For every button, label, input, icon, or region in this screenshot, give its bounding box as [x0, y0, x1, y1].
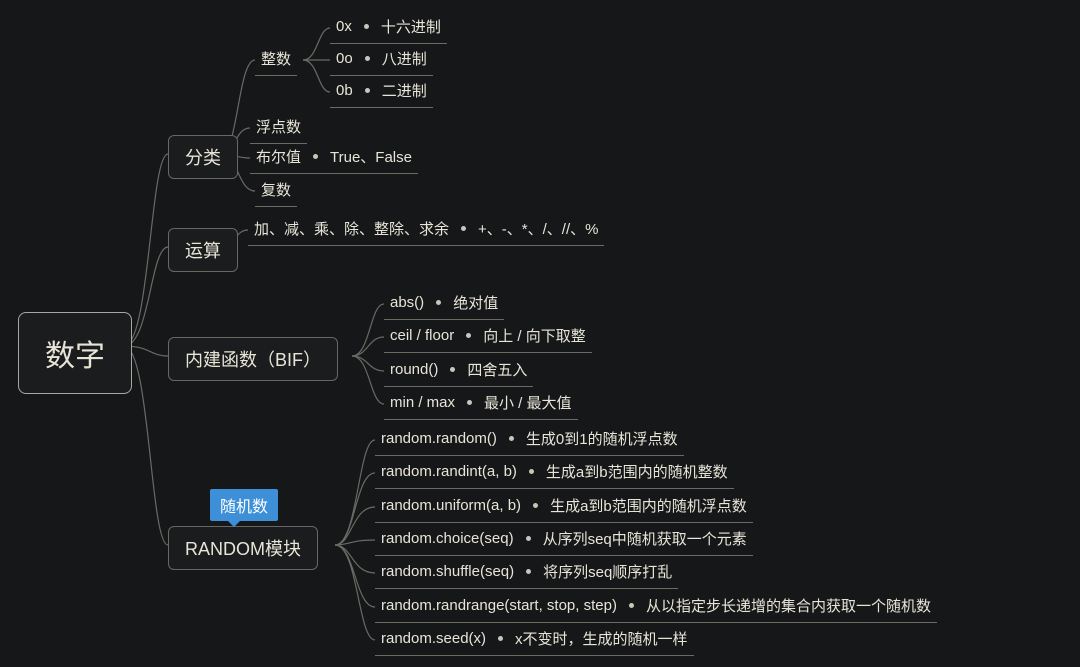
subnode-complex[interactable]: 复数	[255, 175, 297, 207]
leaf-desc: 生成a到b范围内的随机浮点数	[550, 495, 747, 516]
leaf-desc: 从以指定步长递增的集合内获取一个随机数	[646, 595, 931, 616]
leaf-int-hex[interactable]: 0x 十六进制	[330, 12, 447, 44]
leaf-desc: 将序列seq顺序打乱	[543, 561, 672, 582]
leaf-random-seed[interactable]: random.seed(x) x不变时，生成的随机一样	[375, 624, 694, 656]
branch-random[interactable]: RANDOM模块	[168, 526, 318, 570]
separator-dot	[526, 536, 531, 541]
leaf-bif-abs[interactable]: abs() 绝对值	[384, 288, 504, 320]
leaf-term: random.uniform(a, b)	[381, 497, 521, 514]
leaf-desc: 八进制	[382, 48, 427, 69]
leaf-int-oct[interactable]: 0o 八进制	[330, 44, 433, 76]
separator-dot	[313, 154, 318, 159]
leaf-term: 加、减、乘、除、整除、求余	[254, 218, 449, 239]
branch-category[interactable]: 分类	[168, 135, 238, 179]
separator-dot	[526, 569, 531, 574]
leaf-term: 0b	[336, 82, 353, 99]
leaf-term: random.randint(a, b)	[381, 463, 517, 480]
leaf-desc: 十六进制	[381, 16, 441, 37]
leaf-desc: 向上 / 向下取整	[483, 325, 586, 346]
leaf-term: round()	[390, 361, 438, 378]
separator-dot	[509, 436, 514, 441]
tag-label: 随机数	[220, 499, 268, 516]
leaf-desc: +、-、*、/、//、%	[478, 218, 598, 239]
leaf-term: 0o	[336, 50, 353, 67]
separator-dot	[629, 603, 634, 608]
leaf-int-bin[interactable]: 0b 二进制	[330, 76, 433, 108]
leaf-random-random[interactable]: random.random() 生成0到1的随机浮点数	[375, 424, 684, 456]
leaf-term: 0x	[336, 18, 352, 35]
leaf-desc: 从序列seq中随机获取一个元素	[543, 528, 747, 549]
leaf-bif-round[interactable]: round() 四舍五入	[384, 355, 533, 387]
leaf-term: random.seed(x)	[381, 630, 486, 647]
leaf-random-uniform[interactable]: random.uniform(a, b) 生成a到b范围内的随机浮点数	[375, 491, 753, 523]
separator-dot	[529, 469, 534, 474]
leaf-random-randint[interactable]: random.randint(a, b) 生成a到b范围内的随机整数	[375, 457, 734, 489]
subnode-label: 浮点数	[256, 116, 301, 137]
leaf-term: random.random()	[381, 430, 497, 447]
leaf-term: random.randrange(start, stop, step)	[381, 597, 617, 614]
leaf-term: min / max	[390, 394, 455, 411]
subnode-label: 整数	[261, 48, 291, 69]
leaf-bif-minmax[interactable]: min / max 最小 / 最大值	[384, 388, 578, 420]
leaf-term: abs()	[390, 294, 424, 311]
leaf-term: ceil / floor	[390, 327, 454, 344]
tag-random[interactable]: 随机数	[210, 489, 278, 521]
separator-dot	[467, 400, 472, 405]
separator-dot	[450, 367, 455, 372]
branch-ops[interactable]: 运算	[168, 228, 238, 272]
leaf-random-randrange[interactable]: random.randrange(start, stop, step) 从以指定…	[375, 591, 937, 623]
separator-dot	[498, 636, 503, 641]
leaf-term: random.choice(seq)	[381, 530, 514, 547]
branch-bif[interactable]: 内建函数（BIF）	[168, 337, 338, 381]
separator-dot	[466, 333, 471, 338]
separator-dot	[364, 24, 369, 29]
leaf-ops[interactable]: 加、减、乘、除、整除、求余 +、-、*、/、//、%	[248, 214, 604, 246]
subnode-label: 复数	[261, 179, 291, 200]
leaf-bif-ceilfloor[interactable]: ceil / floor 向上 / 向下取整	[384, 321, 592, 353]
branch-label: 内建函数（BIF）	[185, 346, 321, 372]
separator-dot	[365, 88, 370, 93]
separator-dot	[365, 56, 370, 61]
leaf-desc: 生成a到b范围内的随机整数	[546, 461, 728, 482]
leaf-random-shuffle[interactable]: random.shuffle(seq) 将序列seq顺序打乱	[375, 557, 678, 589]
root-node[interactable]: 数字	[18, 312, 132, 394]
separator-dot	[436, 300, 441, 305]
root-label: 数字	[45, 331, 105, 375]
subnode-desc: True、False	[330, 146, 412, 167]
subnode-int[interactable]: 整数	[255, 44, 297, 76]
branch-label: 分类	[185, 144, 221, 170]
subnode-bool[interactable]: 布尔值 True、False	[250, 142, 418, 174]
subnode-label: 布尔值	[256, 146, 301, 167]
subnode-float[interactable]: 浮点数	[250, 112, 307, 144]
leaf-desc: 最小 / 最大值	[484, 392, 572, 413]
branch-label: RANDOM模块	[185, 535, 301, 561]
leaf-term: random.shuffle(seq)	[381, 563, 514, 580]
leaf-random-choice[interactable]: random.choice(seq) 从序列seq中随机获取一个元素	[375, 524, 753, 556]
separator-dot	[533, 503, 538, 508]
leaf-desc: 绝对值	[453, 292, 498, 313]
leaf-desc: 生成0到1的随机浮点数	[526, 428, 678, 449]
branch-label: 运算	[185, 237, 221, 263]
leaf-desc: 二进制	[382, 80, 427, 101]
separator-dot	[461, 226, 466, 231]
leaf-desc: 四舍五入	[467, 359, 527, 380]
leaf-desc: x不变时，生成的随机一样	[515, 628, 688, 649]
